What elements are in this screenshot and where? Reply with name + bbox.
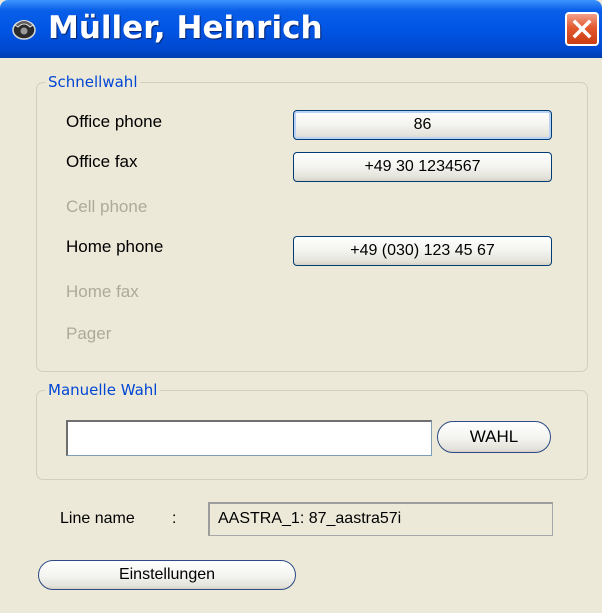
line-name-separator: : <box>172 510 177 527</box>
manual-dial-input[interactable] <box>66 420 432 456</box>
dial-button[interactable]: WAHL <box>437 421 551 453</box>
office-phone-button[interactable]: 86 <box>293 110 552 140</box>
home-fax-label: Home fax <box>66 282 139 301</box>
contact-window: Müller, Heinrich Schnellwahl Office phon… <box>0 0 602 613</box>
speed-dial-legend: Schnellwahl <box>45 72 141 92</box>
manual-dial-legend: Manuelle Wahl <box>45 380 161 400</box>
home-phone-button[interactable]: +49 (030) 123 45 67 <box>293 236 552 266</box>
home-phone-label: Home phone <box>66 237 164 256</box>
office-fax-label: Office fax <box>66 152 138 171</box>
office-fax-button[interactable]: +49 30 1234567 <box>293 152 552 182</box>
phone-icon <box>10 14 38 42</box>
office-phone-label: Office phone <box>66 112 163 131</box>
settings-button[interactable]: Einstellungen <box>38 560 296 590</box>
window-title: Müller, Heinrich <box>48 10 323 46</box>
line-name-label: Line name <box>60 510 135 527</box>
title-bar[interactable]: Müller, Heinrich <box>0 0 602 58</box>
line-name-field: AASTRA_1: 87_aastra57i <box>208 502 553 536</box>
cell-phone-label: Cell phone <box>66 197 148 216</box>
pager-label: Pager <box>66 324 112 343</box>
close-button[interactable] <box>565 12 599 46</box>
close-icon <box>572 19 592 39</box>
